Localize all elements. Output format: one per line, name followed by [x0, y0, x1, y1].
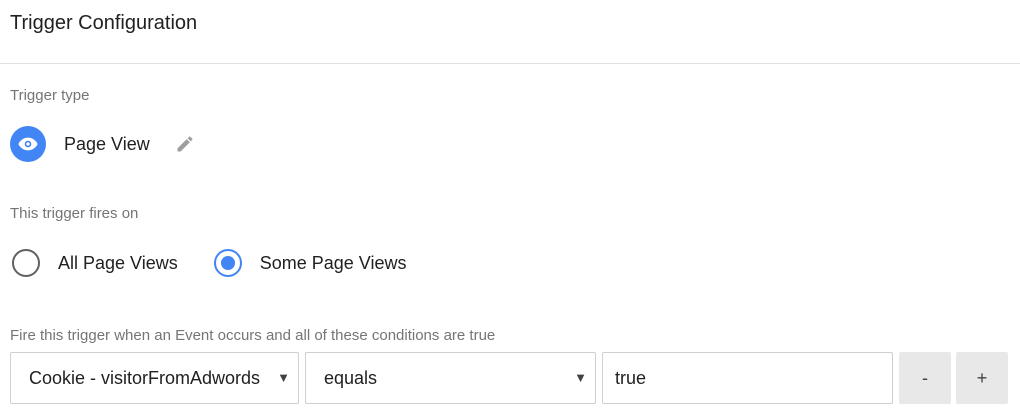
trigger-type-label: Trigger type — [10, 87, 90, 104]
radio-all-page-views[interactable]: All Page Views — [12, 249, 178, 277]
fires-on-label: This trigger fires on — [10, 205, 139, 222]
operator-select[interactable]: equals ▼ — [305, 352, 596, 404]
radio-unchecked-icon[interactable] — [12, 249, 40, 277]
condition-value-input[interactable] — [602, 352, 893, 404]
panel-header: Trigger Configuration — [0, 0, 1020, 64]
fires-on-radio-group: All Page Views Some Page Views — [12, 246, 407, 280]
conditions-label: Fire this trigger when an Event occurs a… — [10, 327, 496, 344]
radio-checked-icon[interactable] — [213, 249, 242, 277]
trigger-type-name: Page View — [64, 133, 150, 154]
remove-condition-button[interactable]: - — [899, 352, 951, 404]
operator-select-value: equals — [324, 368, 378, 388]
pencil-icon[interactable] — [174, 133, 196, 155]
condition-row: Cookie - visitorFromAdwords ▼ equals ▼ -… — [10, 352, 1008, 404]
caret-down-icon[interactable]: ▼ — [570, 353, 587, 403]
radio-label-all-page-views: All Page Views — [58, 252, 178, 273]
variable-select-value: Cookie - visitorFromAdwords — [29, 368, 261, 388]
panel-title: Trigger Configuration — [10, 12, 198, 34]
variable-select[interactable]: Cookie - visitorFromAdwords ▼ — [10, 352, 299, 404]
trigger-type-row[interactable]: Page View — [10, 126, 196, 162]
add-condition-button[interactable]: + — [956, 352, 1008, 404]
radio-some-page-views[interactable]: Some Page Views — [213, 249, 407, 277]
trigger-configuration-panel: Trigger Configuration Trigger type Page … — [0, 0, 1020, 420]
eye-icon — [10, 126, 46, 162]
radio-label-some-page-views: Some Page Views — [259, 252, 407, 273]
caret-down-icon[interactable]: ▼ — [273, 353, 290, 403]
